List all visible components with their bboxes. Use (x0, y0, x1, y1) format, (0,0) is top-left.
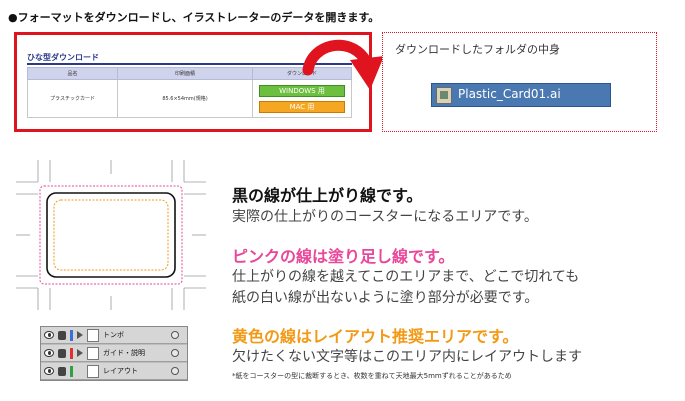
trim-line (46, 192, 176, 278)
lock-icon[interactable] (58, 331, 66, 340)
pink-line-description-1: 仕上がりの線を越えてこのエリアまで、どこで切れても (232, 269, 580, 285)
layers-panel: トンボ ガイド・説明 レイアウト (40, 326, 188, 381)
target-circle-icon[interactable] (171, 367, 179, 375)
eye-icon[interactable] (44, 331, 54, 339)
layer-color-swatch (70, 330, 73, 341)
layer-row-guide[interactable]: ガイド・説明 (41, 345, 187, 362)
column-header-size: 印刷面積 (117, 67, 253, 80)
layer-row-tonbo[interactable]: トンボ (41, 327, 187, 344)
black-line-heading: 黒の線が仕上がり線です。 (232, 186, 423, 205)
cell-product: プラスチックカード (27, 79, 118, 118)
expand-triangle-icon[interactable] (77, 331, 83, 339)
file-name: Plastic_Card01.ai (458, 87, 561, 101)
eye-icon[interactable] (44, 349, 54, 357)
folder-contents-label: ダウンロードしたフォルダの中身 (395, 43, 560, 56)
layer-color-swatch (70, 348, 73, 359)
lock-icon[interactable] (58, 367, 66, 376)
cell-size: 85.6×54mm(規格) (117, 79, 253, 118)
yellow-line-description: 欠けたくない文字等はこのエリア内にレイアウトします (232, 349, 582, 365)
target-circle-icon[interactable] (171, 331, 179, 339)
folder-contents-panel: ダウンロードしたフォルダの中身 Plastic_Card01.ai (382, 32, 657, 132)
layer-thumbnail (87, 365, 99, 378)
lock-icon[interactable] (58, 349, 66, 358)
black-line-description: 実際の仕上がりのコースターになるエリアです。 (232, 209, 538, 225)
file-item[interactable]: Plastic_Card01.ai (431, 83, 611, 107)
layer-name: レイアウト (103, 367, 138, 375)
layer-thumbnail (87, 347, 99, 360)
column-header-product: 品名 (27, 67, 118, 80)
layer-thumbnail (87, 329, 99, 342)
layer-color-swatch (70, 366, 73, 377)
pink-line-heading: ピンクの線は塗り足し線です。 (232, 247, 455, 266)
coaster-diagram (16, 160, 206, 310)
download-panel-title: ひな型ダウンロード (27, 53, 99, 62)
layer-row-layout[interactable]: レイアウト (41, 363, 187, 380)
curved-arrow-icon (302, 39, 384, 90)
eye-icon[interactable] (44, 367, 54, 375)
layer-name: トンボ (103, 331, 124, 339)
footnote: *紙をコースターの型に裁断するとき、枚数を重ねて天地最大5mmずれることがあるた… (232, 372, 512, 380)
target-circle-icon[interactable] (171, 349, 179, 357)
illustrator-file-icon (436, 87, 452, 104)
pink-line-description-2: 紙の白い線が出ないように塗り部分が必要です。 (232, 290, 539, 306)
mac-download-button[interactable]: MAC 用 (259, 100, 345, 113)
layer-name: ガイド・説明 (103, 349, 145, 357)
yellow-line-heading: 黄色の線はレイアウト推奨エリアです。 (232, 327, 519, 346)
page-heading: ●フォーマットをダウンロードし、イラストレーターのデータを開きます。 (8, 11, 380, 24)
expand-triangle-icon[interactable] (77, 349, 83, 357)
